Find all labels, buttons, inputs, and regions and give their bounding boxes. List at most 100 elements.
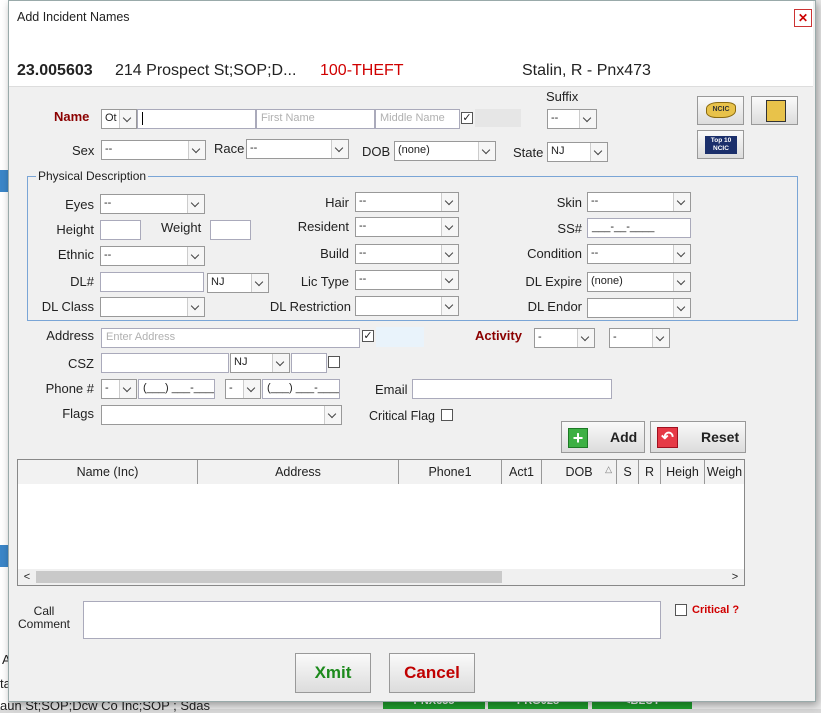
- build-select[interactable]: --: [355, 244, 459, 264]
- scroll-left-icon[interactable]: <: [20, 570, 34, 584]
- column-header[interactable]: Name (Inc): [18, 460, 198, 484]
- last-name-input[interactable]: [137, 109, 256, 129]
- usa-map-icon: NCIC: [706, 102, 736, 118]
- first-name-input[interactable]: First Name: [256, 109, 375, 129]
- column-header[interactable]: Act1: [502, 460, 542, 484]
- call-comment-input[interactable]: [83, 601, 661, 639]
- suffix-value: --: [551, 112, 559, 124]
- email-input[interactable]: [412, 379, 612, 399]
- sort-ascending-icon: △: [605, 464, 612, 474]
- hair-select[interactable]: --: [355, 192, 459, 212]
- name-checkbox[interactable]: ✓: [461, 112, 473, 124]
- dl-restriction-select[interactable]: [355, 296, 459, 316]
- names-table-body[interactable]: [17, 484, 745, 569]
- csz-state-value: NJ: [234, 356, 248, 368]
- chevron-down-icon: [187, 247, 204, 265]
- incident-type: 100-THEFT: [320, 62, 404, 79]
- horizontal-scrollbar[interactable]: < >: [17, 569, 745, 586]
- ssn-input[interactable]: ___-__-____: [587, 218, 691, 238]
- activity-select-1[interactable]: -: [534, 328, 595, 348]
- lic-type-select[interactable]: --: [355, 270, 459, 290]
- chevron-down-icon: [590, 143, 607, 161]
- top10-ncic-button[interactable]: Top 10 NCIC: [697, 130, 744, 159]
- chevron-down-icon: [272, 354, 289, 372]
- ethnic-select[interactable]: --: [100, 246, 205, 266]
- email-label: Email: [375, 382, 408, 397]
- column-header[interactable]: Weigh: [705, 460, 744, 484]
- height-input[interactable]: [100, 220, 141, 240]
- address-input[interactable]: Enter Address: [101, 328, 360, 348]
- address-checkbox[interactable]: ✓: [362, 330, 374, 342]
- incident-address: 214 Prospect St;SOP;D...: [115, 62, 297, 79]
- physical-description-title: Physical Description: [36, 169, 149, 183]
- skin-select[interactable]: --: [587, 192, 691, 212]
- critical-comment-checkbox[interactable]: [675, 604, 687, 616]
- critical-flag-label: Critical Flag: [369, 409, 435, 423]
- sex-select[interactable]: --: [101, 140, 206, 160]
- scroll-right-icon[interactable]: >: [728, 570, 742, 584]
- critical-comment-label: Critical ?: [692, 604, 740, 616]
- phone2-input[interactable]: (___) ___-____: [262, 379, 340, 399]
- ncic-label: NCIC: [712, 106, 730, 113]
- eyes-label: Eyes: [65, 197, 94, 212]
- csz-state-select[interactable]: NJ: [230, 353, 290, 373]
- scrollbar-thumb[interactable]: [36, 571, 502, 583]
- zip-input[interactable]: [291, 353, 327, 373]
- phone2-type-select[interactable]: -: [225, 379, 261, 399]
- phone1-input[interactable]: (___) ___-____: [138, 379, 215, 399]
- phone1-type-value: -: [105, 382, 109, 394]
- eyes-select[interactable]: --: [100, 194, 205, 214]
- activity-label: Activity: [475, 328, 522, 343]
- column-header[interactable]: Heigh: [661, 460, 705, 484]
- reset-button[interactable]: ↶ Reset: [650, 421, 746, 453]
- cancel-button[interactable]: Cancel: [389, 653, 475, 693]
- skin-label: Skin: [556, 195, 582, 210]
- add-button[interactable]: + Add: [561, 421, 645, 453]
- dl-expire-select[interactable]: (none): [587, 272, 691, 292]
- column-header[interactable]: DOB △: [542, 460, 617, 484]
- flags-select[interactable]: [101, 405, 342, 425]
- race-select[interactable]: --: [246, 139, 349, 159]
- column-header[interactable]: Address: [198, 460, 399, 484]
- csz-checkbox[interactable]: [328, 356, 340, 368]
- ncic-usa-button[interactable]: NCIC: [697, 96, 744, 125]
- column-header[interactable]: Phone1: [399, 460, 502, 484]
- dl-number-input[interactable]: [100, 272, 204, 292]
- column-header[interactable]: S: [617, 460, 639, 484]
- chevron-down-icon: [324, 406, 341, 424]
- weight-input[interactable]: [210, 220, 251, 240]
- build-label: Build: [320, 246, 349, 261]
- column-header[interactable]: R: [639, 460, 661, 484]
- city-input[interactable]: [101, 353, 229, 373]
- dob-value: (none): [398, 144, 430, 156]
- top10-ncic-icon: Top 10 NCIC: [705, 136, 737, 154]
- name-prefix-select[interactable]: Ot: [101, 109, 137, 129]
- close-button[interactable]: ✕: [794, 9, 812, 27]
- chevron-down-icon: [188, 141, 205, 159]
- chevron-down-icon: [187, 195, 204, 213]
- ncic-ori-button[interactable]: [751, 96, 798, 125]
- condition-select[interactable]: --: [587, 244, 691, 264]
- middle-name-input[interactable]: Middle Name: [375, 109, 460, 129]
- dob-select[interactable]: (none): [394, 141, 496, 161]
- incident-officer: Stalin, R - Pnx473: [522, 62, 651, 79]
- activity-select-2[interactable]: -: [609, 328, 670, 348]
- height-label: Height: [56, 222, 94, 237]
- title-bar: Add Incident Names ✕: [9, 1, 813, 33]
- phone1-type-select[interactable]: -: [101, 379, 137, 399]
- suffix-label: Suffix: [546, 89, 579, 104]
- dl-class-select[interactable]: [100, 297, 205, 317]
- xmit-button[interactable]: Xmit: [295, 653, 371, 693]
- add-icon: +: [568, 428, 588, 448]
- resident-select[interactable]: --: [355, 217, 459, 237]
- critical-flag-checkbox[interactable]: [441, 409, 453, 421]
- state-select[interactable]: NJ: [547, 142, 608, 162]
- ssn-label: SS#: [557, 221, 582, 236]
- dob-label: DOB: [362, 144, 391, 159]
- ethnic-label: Ethnic: [57, 247, 94, 262]
- suffix-select[interactable]: --: [547, 109, 597, 129]
- csz-label: CSZ: [68, 356, 94, 371]
- chevron-down-icon: [441, 271, 458, 289]
- ethnic-value: --: [104, 249, 112, 261]
- dl-endor-select[interactable]: [587, 298, 691, 318]
